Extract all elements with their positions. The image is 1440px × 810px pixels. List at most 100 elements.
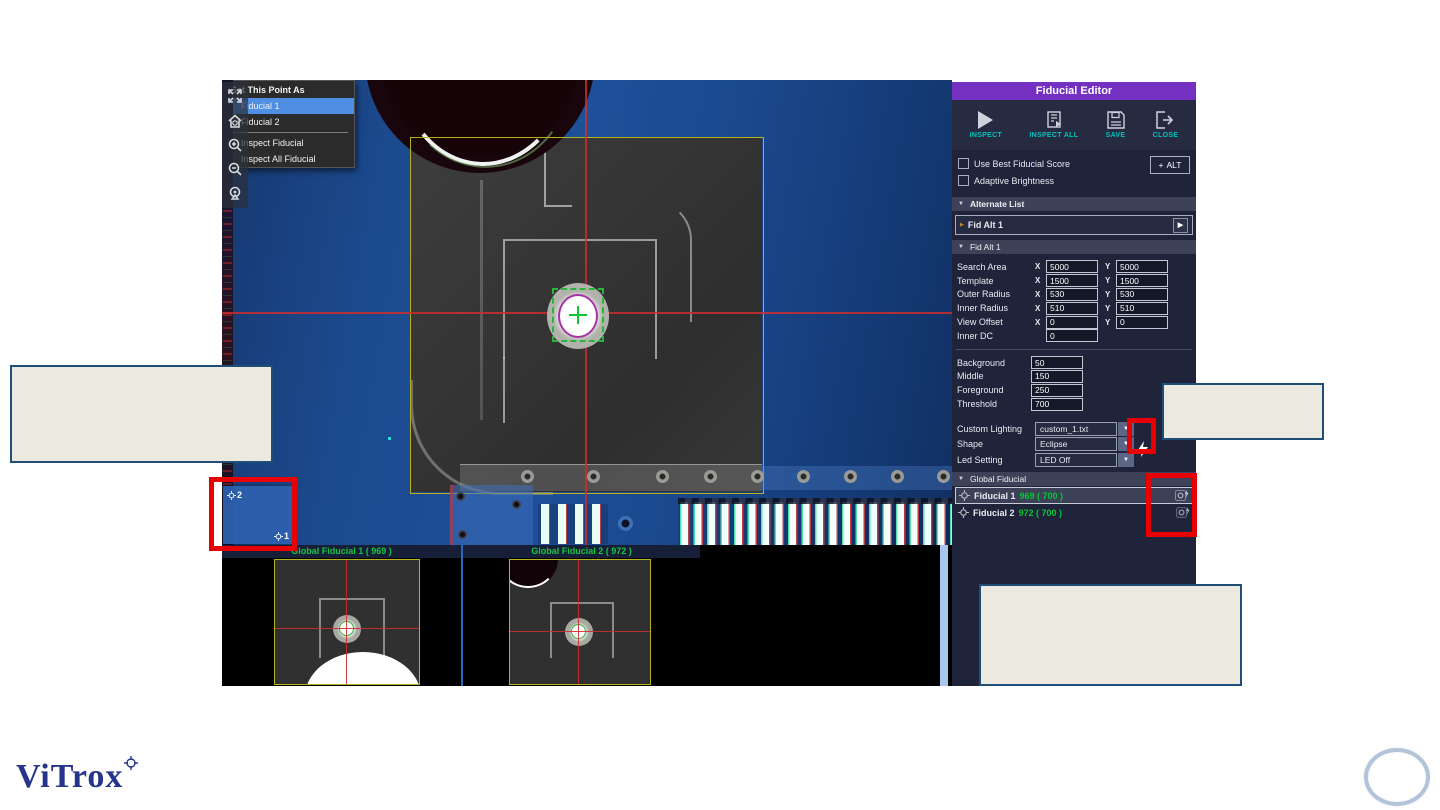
annotation-lighting-icons-highlight — [1146, 473, 1197, 537]
dropdown-label: Shape — [957, 439, 984, 450]
fullscreen-icon[interactable] — [227, 88, 243, 104]
callout-box-left — [10, 365, 273, 463]
thumb-crosshair-h — [275, 628, 419, 629]
led-setting-select[interactable]: LED Off — [1035, 452, 1117, 467]
target-icon — [959, 490, 970, 502]
middle-input[interactable] — [1031, 369, 1083, 383]
adaptive-brightness-checkbox[interactable] — [958, 175, 969, 186]
alternate-list-header[interactable]: ▼ Alternate List — [952, 197, 1196, 211]
view-offset-x-input[interactable] — [1046, 315, 1098, 329]
zoom-region-icon[interactable] — [227, 186, 243, 202]
home-view-icon[interactable] — [227, 113, 243, 129]
fiducial-cross — [569, 314, 587, 316]
lighting-settings: Custom Lighting custom_1.txt ▼ Shape Ecl… — [952, 411, 1196, 468]
dropdown-label: Led Setting — [957, 454, 1003, 465]
inner-radius-x-input[interactable] — [1046, 301, 1098, 315]
background-input[interactable] — [1031, 356, 1083, 370]
template-x-input[interactable] — [1046, 274, 1098, 288]
screw-icon — [937, 470, 950, 483]
collapse-triangle-icon: ▼ — [958, 201, 964, 207]
inner-radius-y-input[interactable] — [1116, 301, 1168, 315]
screw-icon — [751, 470, 764, 483]
connector-hole — [618, 516, 633, 531]
close-exit-icon — [1156, 111, 1174, 129]
editor-toolbar: INSPECT INSPECT ALL SAVE CLOSE — [952, 100, 1196, 150]
collapse-triangle-icon: ▼ — [958, 244, 964, 250]
threshold-input[interactable] — [1031, 397, 1083, 411]
fid-alt-1-item[interactable]: ▶ Fid Alt 1 ▶ — [955, 215, 1193, 235]
foreground-input[interactable] — [1031, 383, 1083, 397]
outer-radius-y-input[interactable] — [1116, 287, 1168, 301]
add-alt-button[interactable]: + ALT — [1150, 156, 1190, 174]
shape-select[interactable]: Eclipse — [1035, 437, 1117, 452]
inner-dc-input[interactable] — [1046, 329, 1098, 343]
target-icon — [958, 507, 969, 519]
chevron-down-icon[interactable]: ▼ — [1118, 452, 1134, 467]
close-button[interactable]: CLOSE — [1153, 111, 1179, 139]
inspect-button[interactable]: INSPECT — [970, 111, 1002, 139]
annotation-flash-button-highlight — [1127, 418, 1156, 454]
param-label: Search Area — [957, 261, 1007, 272]
pin-caps — [678, 498, 952, 504]
view-toolbar — [222, 82, 248, 208]
zoom-out-icon[interactable] — [227, 161, 243, 177]
param-label: Inner DC — [957, 330, 994, 341]
template-y-input[interactable] — [1116, 274, 1168, 288]
collapse-triangle-icon: ▼ — [958, 476, 964, 483]
param-label: Template — [957, 275, 994, 286]
fid-alt-run-button[interactable]: ▶ — [1173, 217, 1188, 233]
pcb-camera-view[interactable]: 2 1 Set This Point As Fiducial 1 Fiducia… — [222, 80, 952, 545]
level-label: Threshold — [957, 399, 998, 410]
adaptive-brightness-label: Adaptive Brightness — [974, 175, 1055, 186]
search-area-y-input[interactable] — [1116, 260, 1168, 274]
screw-icon — [587, 470, 600, 483]
vitrox-logo: ViTrox — [16, 756, 139, 796]
custom-lighting-select[interactable]: custom_1.txt — [1035, 421, 1117, 436]
callout-box-right — [1162, 383, 1324, 440]
connector-pins-left — [538, 504, 608, 544]
param-label: Outer Radius — [957, 289, 1011, 300]
search-area-x-input[interactable] — [1046, 260, 1098, 274]
screw-icon — [844, 470, 857, 483]
small-screw-icon — [456, 492, 465, 501]
level-label: Foreground — [957, 385, 1004, 396]
inspect-all-button[interactable]: INSPECT ALL — [1029, 111, 1078, 139]
use-best-fiducial-score-label: Use Best Fiducial Score — [974, 158, 1071, 169]
small-screw-icon — [458, 530, 467, 539]
thumb-crosshair-v — [346, 560, 347, 684]
thumbnail-2-title: Global Fiducial 2 ( 972 ) — [463, 545, 700, 558]
zoom-in-icon[interactable] — [227, 137, 243, 153]
annotation-minimap-highlight — [209, 477, 297, 551]
param-label: Inner Radius — [957, 303, 1009, 314]
use-best-fiducial-score-checkbox[interactable] — [958, 158, 969, 169]
level-label: Middle — [957, 371, 984, 382]
thumbnail-1-image[interactable] — [274, 559, 420, 685]
thumb-hole-circle — [510, 560, 558, 588]
save-icon — [1106, 111, 1125, 129]
bullet-arrow-icon: ▶ — [960, 222, 964, 228]
small-screw-icon — [512, 500, 521, 509]
screw-icon — [704, 470, 717, 483]
screw-icon — [891, 470, 904, 483]
callout-box-bottom — [979, 584, 1242, 686]
fid-alt-1-section-header[interactable]: ▼ Fid Alt 1 — [952, 240, 1196, 254]
vertical-scrollbar[interactable] — [940, 545, 948, 686]
plus-icon: + — [1158, 160, 1164, 170]
thumbnail-separator — [461, 545, 463, 686]
screw-icon — [656, 470, 669, 483]
fiducial-thumbnails: Global Fiducial 1 ( 969 ) Global Fiducia… — [222, 545, 952, 686]
inspect-all-icon — [1047, 111, 1061, 128]
level-parameters: Background Middle Foreground Threshold — [952, 352, 1196, 411]
view-offset-y-input[interactable] — [1116, 315, 1168, 329]
thumbnail-2-image[interactable] — [509, 559, 651, 685]
save-button[interactable]: SAVE — [1106, 111, 1126, 139]
play-icon — [978, 111, 994, 129]
cyan-speck — [388, 437, 391, 440]
screw-icon — [797, 470, 810, 483]
thumb-crosshair-v — [578, 560, 579, 684]
screw-icon — [521, 470, 534, 483]
dropdown-label: Custom Lighting — [957, 423, 1023, 434]
connector-pins-right — [678, 502, 952, 545]
outer-radius-x-input[interactable] — [1046, 287, 1098, 301]
level-label: Background — [957, 357, 1006, 368]
